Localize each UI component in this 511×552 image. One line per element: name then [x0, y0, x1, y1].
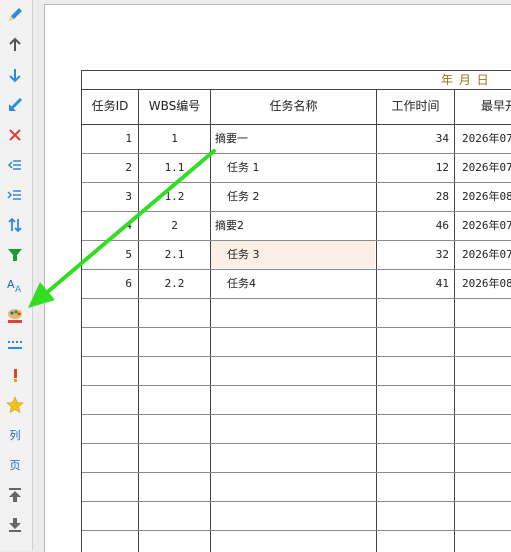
cell-work-time[interactable]: 32: [377, 241, 449, 269]
cell-task-name[interactable]: 摘要一: [215, 125, 373, 153]
cell-task-id[interactable]: 3: [82, 183, 132, 211]
row-line: [82, 356, 511, 357]
cell-task-id[interactable]: 2: [82, 154, 132, 182]
cell-task-id[interactable]: 5: [82, 241, 132, 269]
column-divider: [210, 89, 211, 552]
task-table: 任务ID WBS编号 任务名称 工作时间 最早开 1 1 摘要一 34 2026…: [81, 70, 511, 552]
cell-wbs[interactable]: 1: [139, 125, 210, 153]
cell-wbs[interactable]: 2.1: [139, 241, 210, 269]
cell-task-name[interactable]: 任务 2: [227, 183, 373, 211]
cell-early-start[interactable]: 2026年08: [462, 270, 511, 298]
svg-text:A: A: [15, 285, 22, 294]
cell-work-time[interactable]: 46: [377, 212, 449, 240]
cell-wbs[interactable]: 1.2: [139, 183, 210, 211]
row-line: [82, 414, 511, 415]
column-text-icon[interactable]: 列: [4, 424, 26, 446]
col-header-start[interactable]: 最早开: [455, 89, 511, 123]
swap-vertical-icon[interactable]: [4, 214, 26, 236]
exclamation-icon[interactable]: [4, 364, 26, 386]
cell-early-start[interactable]: 2026年07: [462, 125, 511, 153]
cell-task-name[interactable]: 任务 1: [227, 154, 373, 182]
filter-icon[interactable]: [4, 244, 26, 266]
cell-work-time[interactable]: 28: [377, 183, 449, 211]
move-top-icon[interactable]: [4, 484, 26, 506]
star-icon[interactable]: [4, 394, 26, 416]
row-line: [82, 443, 511, 444]
col-header-wbs[interactable]: WBS编号: [139, 89, 210, 123]
col-header-name[interactable]: 任务名称: [211, 89, 376, 123]
cell-work-time[interactable]: 34: [377, 125, 449, 153]
left-toolbar: AA 列 页: [0, 0, 33, 551]
col-header-work[interactable]: 工作时间: [377, 89, 454, 123]
line-style-icon[interactable]: [4, 334, 26, 356]
cell-early-start[interactable]: 2026年07: [462, 241, 511, 269]
page-text-icon[interactable]: 页: [4, 454, 26, 476]
move-bottom-icon[interactable]: [4, 514, 26, 536]
cell-early-start[interactable]: 2026年07: [462, 212, 511, 240]
cell-task-name[interactable]: 摘要2: [215, 212, 373, 240]
cell-task-name[interactable]: 任务4: [227, 270, 373, 298]
cell-work-time[interactable]: 41: [377, 270, 449, 298]
arrow-down-left-icon[interactable]: [4, 94, 26, 116]
row-line: [82, 327, 511, 328]
arrow-down-icon[interactable]: [4, 64, 26, 86]
cell-wbs[interactable]: 2: [139, 212, 210, 240]
cell-task-id[interactable]: 6: [82, 270, 132, 298]
cell-task-name[interactable]: 任务 3: [227, 241, 373, 269]
cell-wbs[interactable]: 2.2: [139, 270, 210, 298]
row-line: [82, 298, 511, 299]
column-divider: [454, 89, 455, 552]
row-line: [82, 472, 511, 473]
cell-work-time[interactable]: 12: [377, 154, 449, 182]
arrow-up-icon[interactable]: [4, 34, 26, 56]
row-line: [82, 385, 511, 386]
palette-icon[interactable]: [4, 304, 26, 326]
row-line: [82, 501, 511, 502]
col-header-id[interactable]: 任务ID: [82, 89, 138, 123]
row-line: [82, 530, 511, 531]
cell-task-id[interactable]: 4: [82, 212, 132, 240]
svg-text:A: A: [7, 278, 15, 291]
outdent-icon[interactable]: [4, 154, 26, 176]
close-icon[interactable]: [4, 124, 26, 146]
cell-task-id[interactable]: 1: [82, 125, 132, 153]
cell-wbs[interactable]: 1.1: [139, 154, 210, 182]
indent-icon[interactable]: [4, 184, 26, 206]
cell-early-start[interactable]: 2026年07: [462, 154, 511, 182]
pencil-icon[interactable]: [4, 4, 26, 26]
font-color-icon[interactable]: AA: [4, 274, 26, 296]
cell-early-start[interactable]: 2026年08: [462, 183, 511, 211]
